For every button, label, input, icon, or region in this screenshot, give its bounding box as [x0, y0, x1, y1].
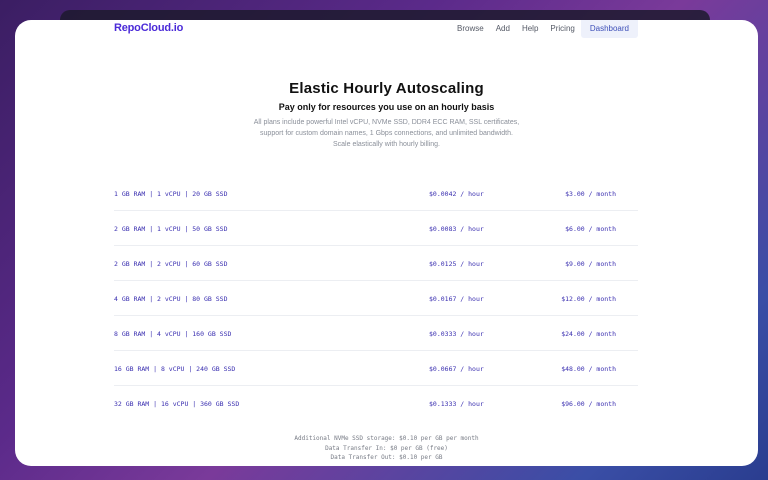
- transfer-in-note: Data Transfer In: $0 per GB (free): [325, 444, 448, 452]
- nav-browse-link[interactable]: Browse: [451, 20, 490, 38]
- plan-monthly-price: $48.00 / month: [561, 365, 616, 373]
- browser-content-card: RepoCloud.io Browse Add Help Pricing Das…: [15, 20, 758, 466]
- plan-hourly-price: $0.0667 / hour: [429, 365, 484, 373]
- nav-dashboard-button[interactable]: Dashboard: [580, 20, 638, 38]
- plan-spec: 16 GB RAM | 8 vCPU | 240 GB SSD: [114, 365, 236, 373]
- nav-help-link[interactable]: Help: [516, 20, 544, 38]
- plan-hourly-price: $0.0167 / hour: [429, 295, 484, 303]
- nav-add-link[interactable]: Add: [490, 20, 516, 38]
- plan-monthly-price: $24.00 / month: [561, 330, 616, 338]
- plan-row: 32 GB RAM | 16 vCPU | 360 GB SSD $0.1333…: [114, 386, 638, 420]
- nav-pricing-link[interactable]: Pricing: [544, 20, 580, 38]
- plan-row: 2 GB RAM | 2 vCPU | 60 GB SSD $0.0125 / …: [114, 246, 638, 281]
- plan-row: 1 GB RAM | 1 vCPU | 20 GB SSD $0.0042 / …: [114, 176, 638, 211]
- plan-row: 2 GB RAM | 1 vCPU | 50 GB SSD $0.0083 / …: [114, 211, 638, 246]
- repocloud-logo[interactable]: RepoCloud.io: [114, 22, 183, 34]
- plan-spec: 1 GB RAM | 1 vCPU | 20 GB SSD: [114, 190, 228, 198]
- plan-monthly-price: $3.00 / month: [565, 190, 616, 198]
- pricing-hero: Elastic Hourly Autoscaling Pay only for …: [15, 80, 758, 150]
- plan-description: All plans include powerful Intel vCPU, N…: [253, 119, 520, 148]
- top-navigation: RepoCloud.io Browse Add Help Pricing Das…: [15, 20, 758, 40]
- plan-row: 4 GB RAM | 2 vCPU | 80 GB SSD $0.0167 / …: [114, 281, 638, 316]
- plan-hourly-price: $0.0125 / hour: [429, 260, 484, 268]
- plan-monthly-price: $6.00 / month: [565, 225, 616, 233]
- plan-spec: 32 GB RAM | 16 vCPU | 360 GB SSD: [114, 400, 240, 408]
- plan-row: 8 GB RAM | 4 vCPU | 160 GB SSD $0.0333 /…: [114, 316, 638, 351]
- plan-monthly-price: $12.00 / month: [561, 295, 616, 303]
- plan-monthly-price: $9.00 / month: [565, 260, 616, 268]
- plan-hourly-price: $0.0333 / hour: [429, 330, 484, 338]
- plan-monthly-price: $96.00 / month: [561, 400, 616, 408]
- page-title: Elastic Hourly Autoscaling: [289, 80, 484, 97]
- plan-spec: 4 GB RAM | 2 vCPU | 80 GB SSD: [114, 295, 228, 303]
- plan-hourly-price: $0.1333 / hour: [429, 400, 484, 408]
- plan-spec: 2 GB RAM | 2 vCPU | 60 GB SSD: [114, 260, 228, 268]
- pricing-table: 1 GB RAM | 1 vCPU | 20 GB SSD $0.0042 / …: [114, 176, 638, 420]
- plan-hourly-price: $0.0083 / hour: [429, 225, 484, 233]
- page-subtitle: Pay only for resources you use on an hou…: [278, 102, 495, 112]
- plan-spec: 8 GB RAM | 4 vCPU | 160 GB SSD: [114, 330, 232, 338]
- nav-links: Browse Add Help Pricing Dashboard: [451, 20, 638, 38]
- plan-hourly-price: $0.0042 / hour: [429, 190, 484, 198]
- plan-spec: 2 GB RAM | 1 vCPU | 50 GB SSD: [114, 225, 228, 233]
- storage-note: Additional NVMe SSD storage: $0.10 per G…: [294, 435, 479, 442]
- plan-row: 16 GB RAM | 8 vCPU | 240 GB SSD $0.0667 …: [114, 351, 638, 386]
- transfer-out-note: Data Transfer Out: $0.10 per GB: [330, 454, 443, 461]
- additional-pricing-notes: Additional NVMe SSD storage: $0.10 per G…: [15, 434, 758, 463]
